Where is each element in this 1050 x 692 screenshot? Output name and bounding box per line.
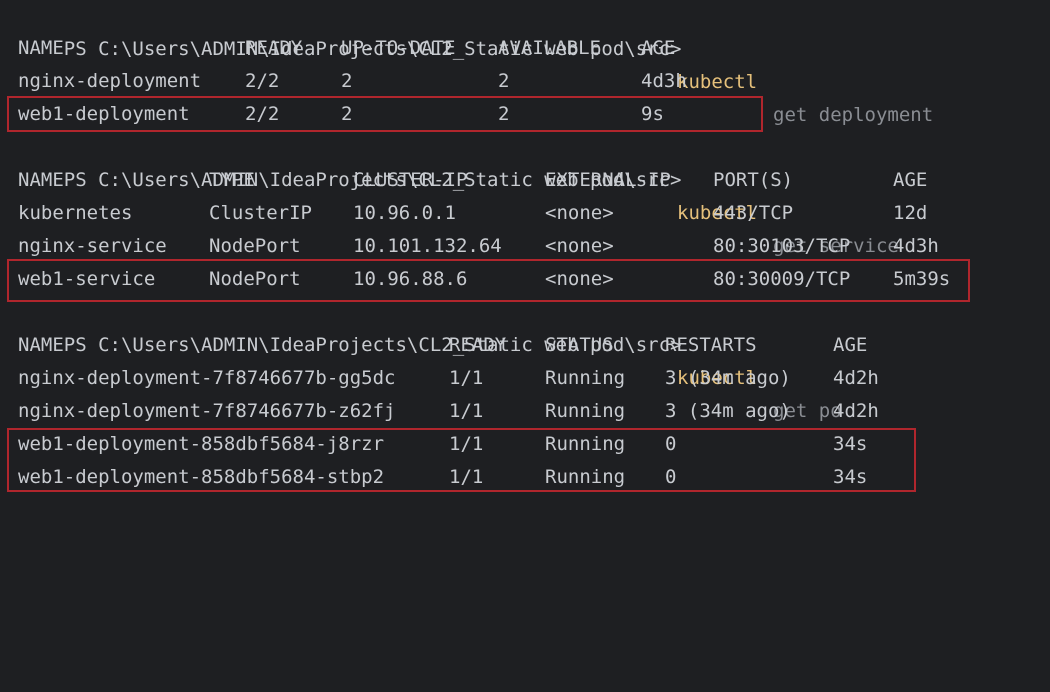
header-up-to-date: UP-TO-DATE (341, 37, 456, 59)
table-row: nginx-deployment 2/2 2 2 4d3h (18, 65, 687, 98)
cell-external-ip: <none> (545, 202, 614, 224)
cell-type: ClusterIP (209, 202, 312, 224)
cell-restarts: 3 (34m ago) (665, 400, 791, 422)
table-row: web1-service NodePort 10.96.88.6 <none> … (18, 263, 950, 296)
header-ports: PORT(S) (713, 169, 794, 191)
cell-ready: 1/1 (449, 433, 484, 455)
cell-ready: 2/2 (245, 70, 280, 92)
cell-ready: 1/1 (449, 367, 484, 389)
cell-cluster-ip: 10.96.0.1 (353, 202, 456, 224)
header-ready: READY (245, 37, 303, 59)
cell-name: nginx-deployment-7f8746677b-gg5dc (18, 367, 396, 389)
cell-age: 4d2h (833, 400, 879, 422)
cell-type: NodePort (209, 235, 301, 257)
cell-external-ip: <none> (545, 268, 614, 290)
header-age: AGE (641, 37, 676, 59)
cell-status: Running (545, 400, 626, 422)
header-age: AGE (893, 169, 928, 191)
header-restarts: RESTARTS (665, 334, 757, 356)
cell-name: kubernetes (18, 202, 133, 224)
cell-ready: 1/1 (449, 466, 484, 488)
table-row: nginx-service NodePort 10.101.132.64 <no… (18, 230, 939, 263)
cell-restarts: 0 (665, 466, 677, 488)
cell-ready: 2/2 (245, 103, 280, 125)
prompt-line-service: PS C:\Users\ADMIN\IdeaProjects\CL2_Stati… (18, 131, 899, 257)
cell-name: web1-service (18, 268, 156, 290)
table-row: web1-deployment-858dbf5684-stbp2 1/1 Run… (18, 461, 867, 494)
cell-status: Running (545, 433, 626, 455)
cell-age: 4d2h (833, 367, 879, 389)
cell-name: web1-deployment-858dbf5684-j8rzr (18, 433, 385, 455)
command-name: kubectl (677, 71, 758, 93)
pods-header-row: NAME READY STATUS RESTARTS AGE (18, 329, 867, 362)
prompt-line-pods: PS C:\Users\ADMIN\IdeaProjects\CL2_Stati… (18, 296, 842, 422)
cell-type: NodePort (209, 268, 301, 290)
cell-age: 34s (833, 466, 868, 488)
cell-restarts: 3 (34m ago) (665, 367, 791, 389)
cell-status: Running (545, 466, 626, 488)
table-row: nginx-deployment-7f8746677b-gg5dc 1/1 Ru… (18, 362, 879, 395)
prompt-line-deployment: PS C:\Users\ADMIN\IdeaProjects\CL2_Stati… (18, 0, 933, 126)
service-header-row: NAME TYPE CLUSTER-IP EXTERNAL-IP PORT(S)… (18, 164, 927, 197)
cell-status: Running (545, 367, 626, 389)
cell-name: nginx-deployment (18, 70, 202, 92)
cell-up-to-date: 2 (341, 103, 353, 125)
cell-name: web1-deployment-858dbf5684-stbp2 (18, 466, 385, 488)
cell-restarts: 0 (665, 433, 677, 455)
cell-age: 5m39s (893, 268, 951, 290)
cell-external-ip: <none> (545, 235, 614, 257)
header-name: NAME (18, 37, 64, 59)
table-row: nginx-deployment-7f8746677b-z62fj 1/1 Ru… (18, 395, 879, 428)
cell-age: 4d3h (641, 70, 687, 92)
cell-ports: 80:30103/TCP (713, 235, 851, 257)
cell-age: 12d (893, 202, 928, 224)
header-status: STATUS (545, 334, 614, 356)
cell-ports: 80:30009/TCP (713, 268, 851, 290)
cell-ready: 1/1 (449, 400, 484, 422)
header-external-ip: EXTERNAL-IP (545, 169, 671, 191)
header-age: AGE (833, 334, 868, 356)
terminal-window[interactable]: PS C:\Users\ADMIN\IdeaProjects\CL2_Stati… (0, 0, 1050, 492)
cell-name: web1-deployment (18, 103, 190, 125)
header-available: AVAILABLE (498, 37, 601, 59)
header-name: NAME (18, 169, 64, 191)
cell-available: 2 (498, 70, 510, 92)
cell-age: 9s (641, 103, 664, 125)
cell-cluster-ip: 10.96.88.6 (353, 268, 468, 290)
table-row: kubernetes ClusterIP 10.96.0.1 <none> 44… (18, 197, 927, 230)
cell-name: nginx-service (18, 235, 167, 257)
cell-up-to-date: 2 (341, 70, 353, 92)
cell-available: 2 (498, 103, 510, 125)
table-row: web1-deployment-858dbf5684-j8rzr 1/1 Run… (18, 428, 867, 461)
cell-cluster-ip: 10.101.132.64 (353, 235, 502, 257)
cell-name: nginx-deployment-7f8746677b-z62fj (18, 400, 396, 422)
header-name: NAME (18, 334, 64, 356)
cell-age: 34s (833, 433, 868, 455)
cell-ports: 443/TCP (713, 202, 794, 224)
header-cluster-ip: CLUSTER-IP (353, 169, 468, 191)
table-row: web1-deployment 2/2 2 2 9s (18, 98, 664, 131)
command-args: get deployment (773, 104, 934, 126)
cell-age: 4d3h (893, 235, 939, 257)
header-type: TYPE (209, 169, 255, 191)
deployment-header-row: NAME READY UP-TO-DATE AVAILABLE AGE (18, 32, 675, 65)
header-ready: READY (449, 334, 507, 356)
